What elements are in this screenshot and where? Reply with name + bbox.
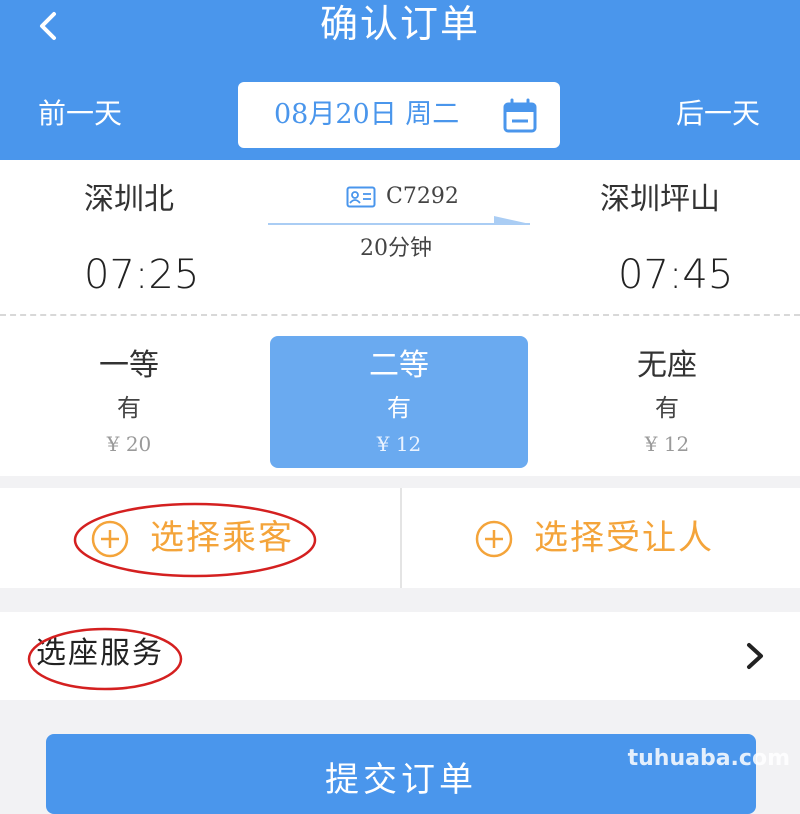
direction-arrow-icon (268, 216, 530, 225)
date-picker[interactable]: 08月20日 周二 (238, 82, 560, 148)
departure-station: 深圳北 (84, 182, 174, 217)
id-card-icon (346, 186, 376, 208)
next-day-button[interactable]: 后一天 (676, 94, 760, 134)
dashed-divider (0, 314, 800, 316)
vertical-divider (400, 488, 402, 588)
train-number: C7292 (386, 184, 459, 209)
seat-availability: 有 (655, 394, 679, 422)
choose-transferee-label: 选择受让人 (534, 518, 714, 558)
seat-price: ¥ 12 (644, 432, 690, 456)
seat-option-no-seat[interactable]: 无座 有 ¥ 12 (538, 336, 796, 468)
seat-availability: 有 (117, 394, 141, 422)
date-label: 08月20日 周二 (274, 99, 460, 130)
seat-availability: 有 (387, 394, 411, 422)
train-info-card: 深圳北 深圳坪山 07:25 07:45 C7292 20分钟 一等 有 ¥ 2… (0, 160, 800, 476)
arrival-time: 07:45 (618, 252, 734, 298)
red-annotation-circle (73, 502, 317, 578)
watermark: tuhuaba.com (627, 746, 790, 771)
trip-duration: 20分钟 (360, 236, 432, 261)
seat-option-first-class[interactable]: 一等 有 ¥ 20 (0, 336, 258, 468)
seat-class-name: 二等 (369, 348, 429, 383)
departure-time: 07:25 (84, 252, 200, 298)
prev-day-button[interactable]: 前一天 (38, 94, 122, 134)
seat-class-name: 一等 (99, 348, 159, 383)
seat-price: ¥ 12 (376, 432, 422, 456)
seat-price: ¥ 20 (106, 432, 152, 456)
header-bar: 确认订单 前一天 08月20日 周二 后一天 (0, 0, 800, 160)
seat-class-name: 无座 (637, 348, 697, 383)
plus-circle-icon (475, 520, 513, 558)
red-annotation-circle (27, 627, 183, 691)
seat-option-second-class[interactable]: 二等 有 ¥ 12 (270, 336, 528, 468)
choose-transferee-button[interactable]: 选择受让人 (474, 506, 744, 570)
chevron-right-icon (747, 643, 763, 669)
page-title: 确认订单 (319, 2, 480, 46)
arrival-station: 深圳坪山 (600, 182, 720, 217)
calendar-icon (503, 98, 537, 133)
